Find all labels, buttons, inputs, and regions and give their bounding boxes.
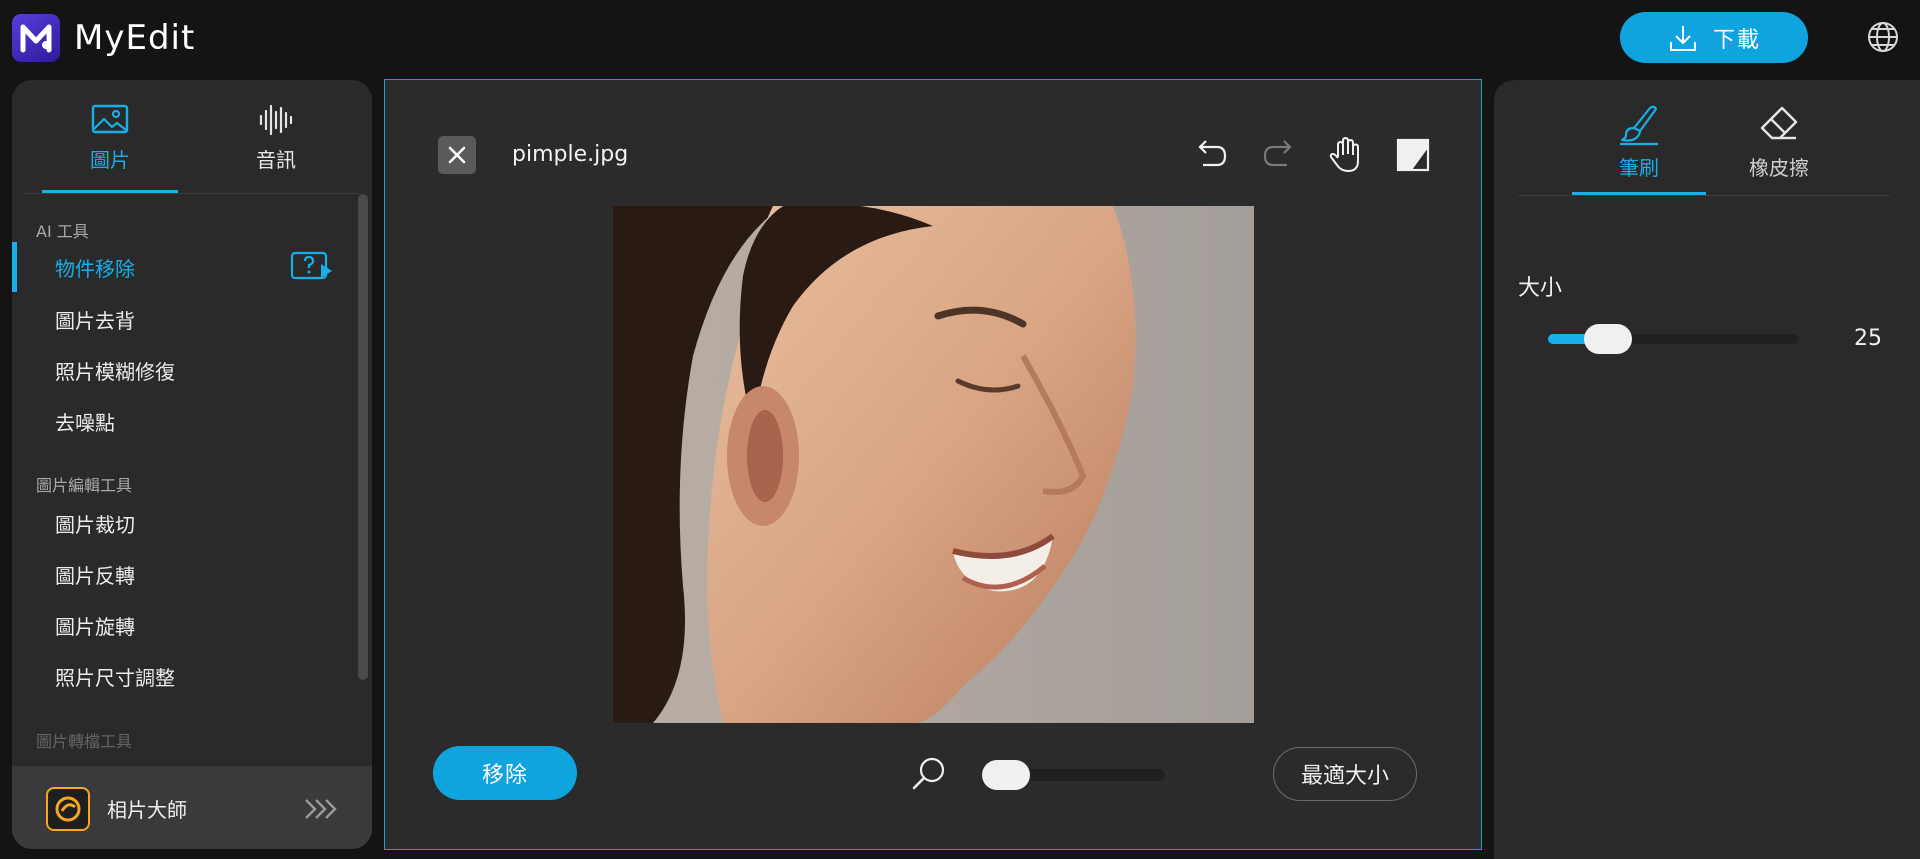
tab-brush[interactable]: 筆刷	[1572, 100, 1706, 196]
tab-eraser[interactable]: 橡皮擦	[1712, 100, 1846, 196]
menu-item-label: 圖片去背	[55, 309, 135, 333]
hand-pan-icon[interactable]	[1325, 135, 1365, 175]
sidebar-scrollbar[interactable]	[358, 194, 368, 680]
menu-item-label: 圖片反轉	[55, 564, 135, 588]
tab-audio-label: 音訊	[256, 148, 296, 172]
menu-item-label: 圖片裁切	[55, 513, 135, 537]
tab-eraser-label: 橡皮擦	[1749, 156, 1809, 180]
tab-image-label: 圖片	[90, 148, 130, 172]
menu-item-rotate[interactable]: 圖片旋轉	[12, 600, 360, 646]
file-name: pimple.jpg	[512, 142, 629, 167]
divider	[24, 193, 360, 194]
photodirector-promo[interactable]: 相片大師	[12, 766, 372, 849]
brush-size-value: 25	[1854, 326, 1882, 351]
chevrons-right-icon	[305, 799, 337, 819]
help-video-icon[interactable]	[290, 250, 334, 282]
section-title-edit-tools: 圖片編輯工具	[36, 476, 133, 495]
menu-item-label: 去噪點	[55, 411, 115, 435]
menu-item-crop[interactable]: 圖片裁切	[12, 498, 360, 544]
undo-icon[interactable]	[1191, 135, 1231, 175]
menu-item-resize[interactable]: 照片尺寸調整	[12, 651, 360, 697]
section-title-ai-tools: AI 工具	[36, 222, 89, 241]
brush-size-slider-thumb[interactable]	[1584, 324, 1632, 354]
left-sidebar: 圖片 音訊 AI 工具 物件移除 圖片去背 照片模糊修復 去噪點 圖片編輯工具 …	[12, 80, 372, 849]
menu-item-label: 圖片旋轉	[55, 615, 135, 639]
menu-item-label: 物件移除	[55, 257, 135, 281]
audio-wave-icon	[259, 104, 293, 136]
redo-icon[interactable]	[1259, 135, 1299, 175]
promo-label: 相片大師	[107, 798, 187, 822]
search-zoom-icon	[912, 757, 945, 790]
active-indicator	[12, 242, 17, 292]
brush-size-label: 大小	[1518, 276, 1563, 301]
close-button[interactable]	[438, 136, 476, 174]
canvas-panel: pimple.jpg 移除 最適大小	[384, 79, 1482, 850]
download-icon	[1669, 25, 1696, 51]
divider	[1518, 195, 1890, 196]
download-label: 下載	[1712, 27, 1761, 53]
top-bar: MyEdit 下載	[0, 0, 1920, 78]
myedit-logo-icon[interactable]	[12, 14, 60, 62]
media-tabs: 圖片 音訊	[12, 80, 372, 194]
image-icon	[91, 104, 129, 134]
compare-icon[interactable]	[1393, 135, 1433, 175]
tool-menu: AI 工具 物件移除 圖片去背 照片模糊修復 去噪點 圖片編輯工具 圖片裁切 圖…	[12, 198, 360, 766]
tab-image[interactable]: 圖片	[42, 102, 178, 186]
close-icon	[448, 146, 466, 164]
remove-button[interactable]: 移除	[433, 746, 577, 800]
brush-icon	[1620, 105, 1658, 146]
tab-brush-label: 筆刷	[1619, 156, 1659, 180]
menu-item-label: 照片模糊修復	[55, 360, 175, 384]
eraser-icon	[1760, 106, 1798, 140]
photo-canvas[interactable]	[613, 206, 1254, 723]
menu-item-background-removal[interactable]: 圖片去背	[12, 294, 360, 340]
globe-icon[interactable]	[1866, 20, 1900, 54]
download-button[interactable]: 下載	[1620, 12, 1808, 63]
menu-item-object-removal[interactable]: 物件移除	[12, 242, 360, 292]
photodirector-logo-icon	[46, 787, 90, 831]
fit-size-button[interactable]: 最適大小	[1273, 747, 1417, 801]
menu-item-blur-repair[interactable]: 照片模糊修復	[12, 345, 360, 391]
brush-settings-panel: 筆刷 橡皮擦 大小 25	[1494, 80, 1920, 859]
menu-item-label: 照片尺寸調整	[55, 666, 175, 690]
tab-audio[interactable]: 音訊	[208, 102, 344, 186]
menu-item-denoise[interactable]: 去噪點	[12, 396, 360, 442]
app-name: MyEdit	[74, 18, 196, 58]
menu-item-flip[interactable]: 圖片反轉	[12, 549, 360, 595]
zoom-slider-thumb[interactable]	[982, 760, 1030, 790]
section-title-convert-tools: 圖片轉檔工具	[36, 732, 133, 751]
